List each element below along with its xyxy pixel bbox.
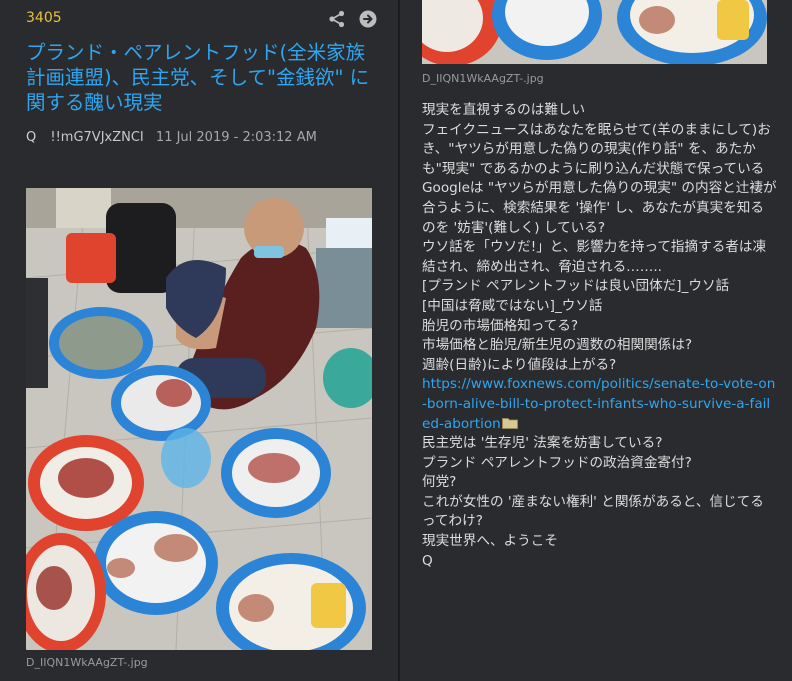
folder-icon[interactable] xyxy=(501,417,518,429)
share-icon[interactable] xyxy=(328,10,346,28)
body-line: ウソ話を「ウソだ!」と、影響力を持って指摘する者は凍結され、締め出され、脅迫され… xyxy=(422,239,767,275)
post-title[interactable]: プランド・ペアレントフッド(全米家族計画連盟)、民主党、そして"金銭欲" に関す… xyxy=(26,40,376,115)
post-body: 現実を直視するのは難しい フェイクニュースはあなたを眠らせて(羊のままにして)お… xyxy=(422,101,777,571)
body-line: 民主党は '生存児' 法案を妨害している? xyxy=(422,435,663,452)
body-line: 何党? xyxy=(422,474,457,491)
post-card-left: 3405 プランド・ペアレントフッド(全米家族計画連盟)、民主党、そして"金銭欲… xyxy=(0,0,398,681)
post-card-right: D_IIQN1WkAAgZT-.jpg 現実を直視するのは難しい フェイクニュー… xyxy=(400,0,792,681)
body-line: 胎児の市場価格知ってる? xyxy=(422,317,579,334)
body-line: 市場価格と胎児/新生児の週数の相関関係は? xyxy=(422,337,693,354)
body-line: 現実世界へ、ようこそ xyxy=(422,533,558,550)
post-date: 11 Jul 2019 - 2:03:12 AM xyxy=(155,130,317,145)
body-line: Q xyxy=(422,552,433,569)
image-filename[interactable]: D_IIQN1WkAAgZT-.jpg xyxy=(26,656,148,669)
author-signature: Q xyxy=(26,130,37,145)
body-line: [プランド ペアレントフッドは良い団体だ]_ウソ話 xyxy=(422,278,730,295)
link-line: https://www.foxnews.com/politics/senate-… xyxy=(422,375,777,434)
post-header: 3405 xyxy=(16,8,384,30)
body-line: これが女性の '産まない権利' と関係があると、信じてるってわけ? xyxy=(422,493,764,530)
article-link[interactable]: https://www.foxnews.com/politics/senate-… xyxy=(422,376,775,431)
arrow-right-circle-icon[interactable] xyxy=(358,9,378,29)
image-filename[interactable]: D_IIQN1WkAAgZT-.jpg xyxy=(422,72,544,85)
tripcode: !!mG7VJxZNCI xyxy=(50,130,144,145)
body-line: 週齢(日齢)により値段は上がる? xyxy=(422,356,617,373)
post-meta: Q !!mG7VJxZNCI 11 Jul 2019 - 2:03:12 AM xyxy=(26,130,317,145)
body-line: Googleは "ヤツらが用意した偽りの現実" の内容と辻褄が合うように、検索結… xyxy=(422,180,777,236)
post-number[interactable]: 3405 xyxy=(26,10,62,26)
body-line: フェイクニュースはあなたを眠らせて(羊のままにして)おき、"ヤツらが用意した偽り… xyxy=(422,121,771,177)
body-line: 現実を直視するのは難しい xyxy=(422,102,586,118)
post-image[interactable] xyxy=(26,188,372,650)
post-image-thumbnail[interactable] xyxy=(422,0,767,64)
body-line: プランド ペアレントフッドの政治資金寄付? xyxy=(422,454,692,471)
body-line: [中国は脅威ではない]_ウソ話 xyxy=(422,297,603,314)
